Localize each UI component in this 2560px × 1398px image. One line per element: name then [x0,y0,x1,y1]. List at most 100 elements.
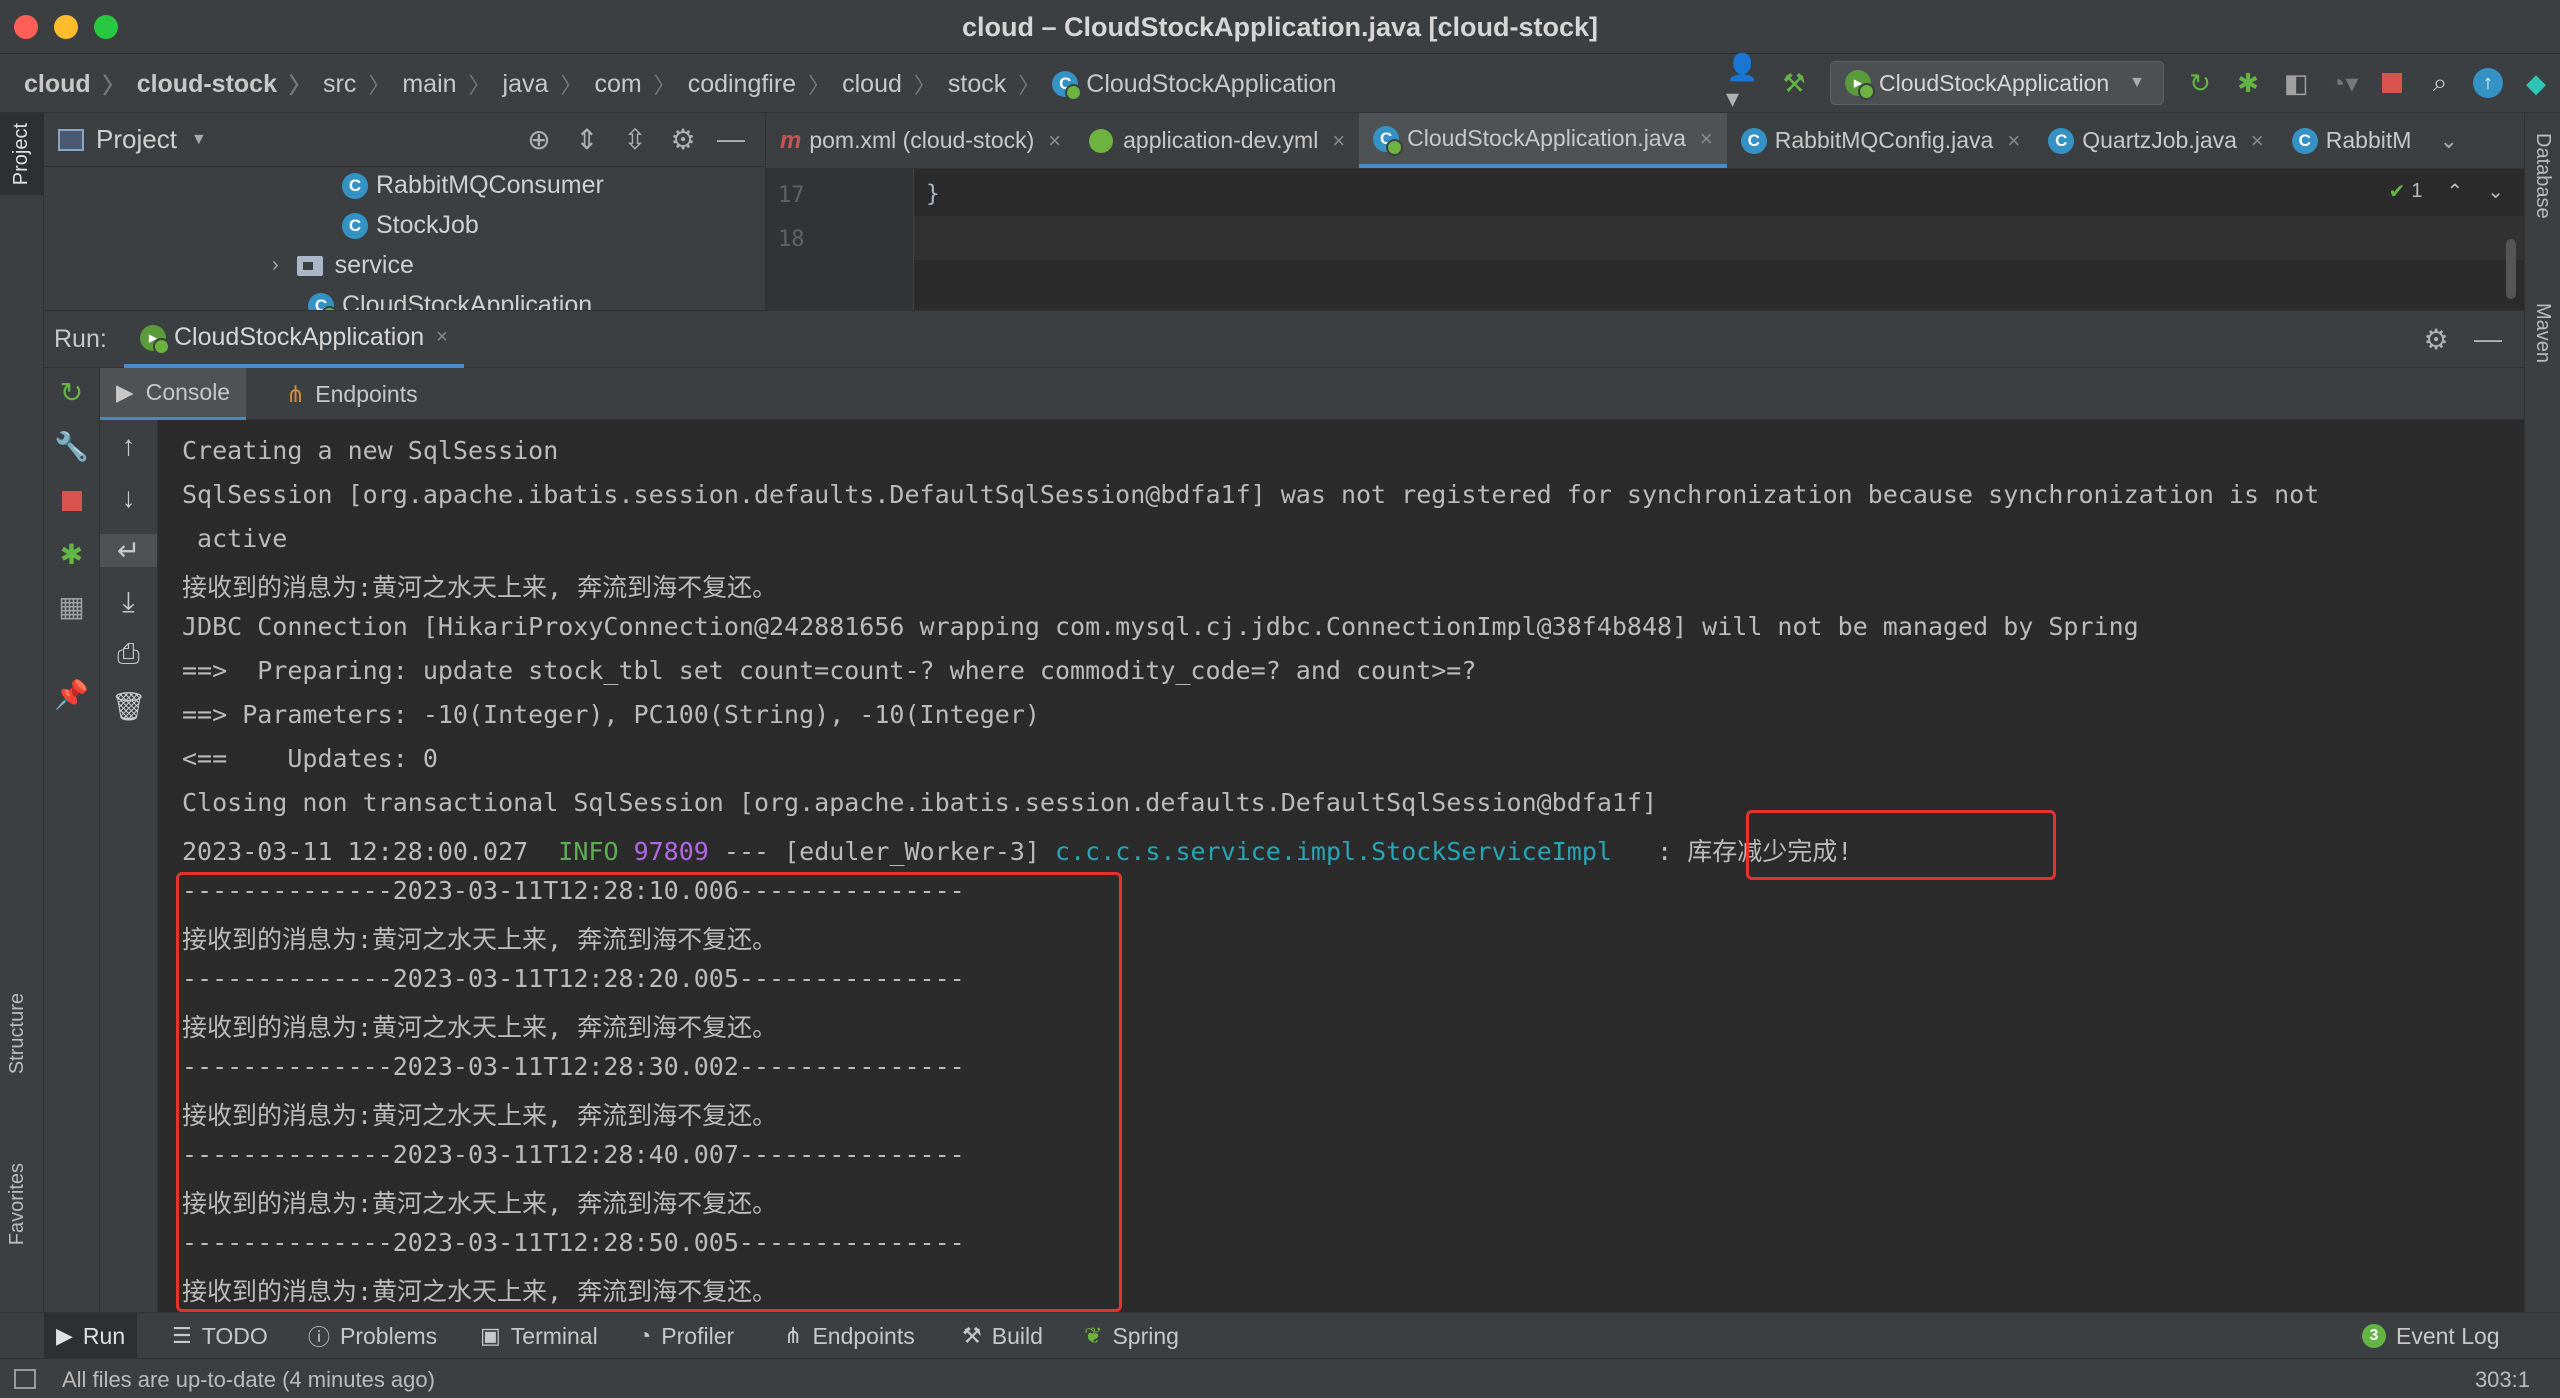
arrow-down-icon[interactable]: ↓ [100,482,157,514]
stop-icon[interactable] [44,486,99,518]
rerun-icon[interactable]: ↻ [44,376,99,409]
hide-icon[interactable]: — [707,123,755,156]
database-tool-tab[interactable]: Database [2531,133,2554,219]
close-icon[interactable]: × [1048,128,1061,154]
project-window-icon [58,128,84,151]
editor-tab[interactable]: C RabbitM [2278,113,2426,168]
pin-icon[interactable]: 📌 [44,678,99,711]
editor-tab[interactable]: m pom.xml (cloud-stock) × [766,113,1075,168]
scroll-to-end-icon[interactable]: ⤓ [100,586,157,619]
annotation-box-message [1746,810,2056,880]
tree-item[interactable]: C StockJob [342,211,479,240]
console-line: active [182,524,288,553]
rerun-icon[interactable]: ↻ [2180,63,2220,103]
wrench-icon[interactable]: 🔧 [44,430,99,463]
chevron-right-icon[interactable]: › [272,254,279,277]
profile-icon[interactable]: ◔▾ [2324,63,2364,103]
trash-icon[interactable]: 🗑 [100,690,157,723]
breadcrumb-item[interactable]: main 〉 [402,68,502,100]
layout-icon[interactable]: ▦ [44,590,99,623]
code-editor[interactable]: 17 18 } ✔ 1 ⌃ ⌄ [766,169,2524,310]
close-icon[interactable]: × [2251,128,2264,154]
project-tool-tab[interactable]: Project [0,113,44,196]
event-log-tool-button[interactable]: 3 Event Log [2350,1313,2512,1359]
problems-tool-button[interactable]: ⓘ Problems [296,1313,449,1359]
favorites-tool-tab[interactable]: Favorites [6,1163,29,1245]
rerun-failed-icon[interactable]: ✱ [44,538,99,571]
run-configuration-select[interactable]: ▸ CloudStockApplication ▼ [1830,61,2164,105]
close-icon[interactable]: × [1332,128,1345,154]
tool-windows-toggle-icon[interactable] [14,1369,36,1389]
stop-icon[interactable] [2372,63,2412,103]
user-icon[interactable]: 👤▾ [1726,52,1766,113]
breadcrumb-item[interactable]: java 〉 [503,68,595,100]
soft-wrap-icon[interactable]: ↵ [100,534,157,567]
breadcrumb-item[interactable]: src 〉 [323,68,402,100]
console-line: ==> Parameters: -10(Integer), PC100(Stri… [182,700,1040,729]
run-configuration-label: CloudStockApplication [1879,69,2110,96]
breadcrumb-item[interactable]: com 〉 [594,68,687,100]
tree-item[interactable]: C CloudStockApplication [308,291,592,310]
editor-tab[interactable]: C QuartzJob.java × [2034,113,2278,168]
collapse-all-icon[interactable]: ⇳ [611,123,659,156]
console-output[interactable]: Creating a new SqlSession SqlSession [or… [158,420,2524,1312]
coverage-icon[interactable]: ◧ [2276,63,2316,103]
tree-item[interactable]: › service [272,251,414,280]
console-actions-toolbar: ↑ ↓ ↵ ⤓ ⎙ 🗑 [100,368,158,1312]
editor-tab[interactable]: C RabbitMQConfig.java × [1727,113,2034,168]
spring-class-icon: C [1052,71,1083,101]
chevron-down-icon[interactable]: ▼ [191,131,207,149]
editor-tab[interactable]: application-dev.yml × [1075,113,1359,168]
gear-icon[interactable]: ⚙ [2410,323,2462,356]
tab-console[interactable]: ▶ Console [100,368,247,420]
list-icon: ☰ [172,1323,192,1348]
breadcrumb-item[interactable]: cloud 〉 [842,68,948,100]
breadcrumb-item[interactable]: cloud-stock 〉 [137,68,323,100]
profiler-tool-button[interactable]: ◔ Profiler [626,1313,746,1359]
class-icon: C [2291,127,2318,154]
hide-icon[interactable]: — [2462,323,2514,356]
window-title: cloud – CloudStockApplication.java [clou… [961,12,1599,42]
console-icon: ▶ [116,379,134,405]
todo-tool-button[interactable]: ☰ TODO [160,1313,280,1359]
expand-all-icon[interactable]: ⇕ [563,123,611,156]
tree-item[interactable]: C RabbitMQConsumer [342,171,604,200]
breadcrumb-item[interactable]: stock 〉 [948,68,1052,100]
status-bar: All files are up-to-date (4 minutes ago)… [0,1358,2560,1398]
chevron-down-icon[interactable]: ⌄ [2425,113,2471,168]
spring-tool-button[interactable]: ❦ Spring [1072,1313,1191,1359]
profiler-icon: ◔ [638,1323,652,1348]
breadcrumb-item[interactable]: cloud 〉 [24,68,137,100]
editor-tab-active[interactable]: C CloudStockApplication.java × [1359,113,1727,168]
endpoints-tool-button[interactable]: ⋔ Endpoints [772,1313,927,1359]
run-tool-button[interactable]: ▶ Run [44,1313,138,1359]
close-icon[interactable]: × [436,326,448,349]
arrow-up-icon[interactable]: ↑ [100,430,157,462]
terminal-tool-button[interactable]: ▣ Terminal [468,1313,610,1359]
print-icon[interactable]: ⎙ [100,638,157,671]
chevron-up-icon[interactable]: ⌃ [2446,179,2463,204]
run-tab[interactable]: ▸ CloudStockApplication × [124,311,464,368]
update-icon[interactable]: ↑ [2468,63,2508,103]
hammer-icon: ⚒ [962,1323,982,1348]
search-icon[interactable]: ⌕ [2420,63,2460,103]
tab-endpoints[interactable]: ⋔ Endpoints [270,368,434,420]
gear-icon[interactable]: ⚙ [659,123,707,156]
debug-icon[interactable]: ✱ [2228,63,2268,103]
build-hammer-icon[interactable]: ⚒ [1774,63,1814,103]
structure-tool-tab[interactable]: Structure [6,993,29,1074]
caret-position[interactable]: 303:1 [2475,1367,2530,1393]
close-icon[interactable]: × [2007,128,2020,154]
maven-tool-tab[interactable]: Maven [2531,303,2554,363]
project-view-select[interactable]: Project [96,124,177,155]
toolbox-icon[interactable]: ◆ [2516,63,2556,103]
close-icon[interactable]: × [1700,126,1713,152]
chevron-down-icon[interactable]: ⌄ [2487,179,2504,204]
editor-scrollbar[interactable] [2506,239,2516,299]
locate-icon[interactable]: ⊕ [515,123,563,156]
breadcrumb-item[interactable]: C CloudStockApplication [1052,70,1336,101]
code-line[interactable]: } [926,181,940,207]
inspection-widget[interactable]: ✔ 1 ⌃ ⌄ [2389,179,2504,204]
breadcrumb-item[interactable]: codingfire 〉 [688,68,842,100]
build-tool-button[interactable]: ⚒ Build [950,1313,1055,1359]
